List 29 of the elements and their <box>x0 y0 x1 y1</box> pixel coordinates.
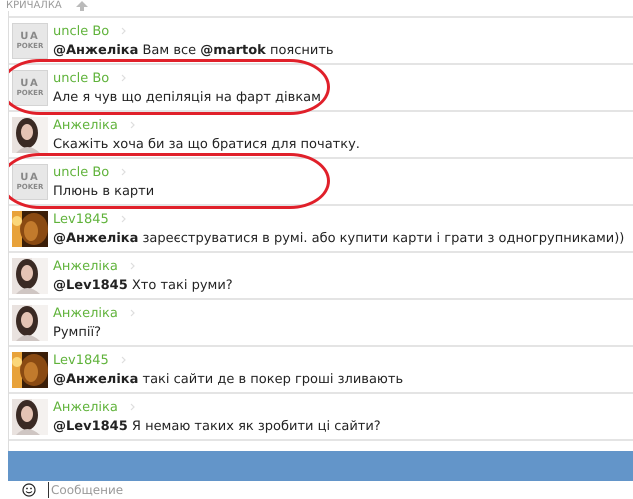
message-text: @Анжеліка Вам все @martok пояснить <box>53 43 334 58</box>
author-name[interactable]: Анжеліка <box>53 258 118 274</box>
chevron-icon <box>120 215 126 223</box>
chat-title: КРИЧАЛКА <box>6 1 62 11</box>
chevron-icon <box>130 403 135 411</box>
message-text: @Lev1845 Я немаю таких як зробити ці сайти? <box>53 419 381 434</box>
message-text: Плюнь в карти <box>53 184 154 199</box>
chevron-icon <box>121 74 126 82</box>
message-text: @Анжеліка такі сайти де в покер гроші зливають <box>53 372 404 387</box>
message-text: @Lev1845 Хто такі руми? <box>53 278 233 293</box>
author-name[interactable]: uncle Bo <box>53 70 110 86</box>
author-name[interactable]: Анжеліка <box>53 400 118 414</box>
author-name[interactable]: Анжеліка <box>53 118 118 132</box>
chevron-icon <box>121 168 126 176</box>
chevron-icon <box>121 27 126 35</box>
chevron-icon <box>120 356 126 364</box>
author-name[interactable]: uncle Bo <box>53 164 110 180</box>
message-text: Але я чув що депіляція на фарт дівкам <box>53 90 321 105</box>
chevron-icon <box>130 121 135 129</box>
author-name[interactable]: Lev1845 <box>53 352 109 368</box>
chevron-icon <box>130 262 135 270</box>
message-text: Румпії? <box>53 325 102 340</box>
message-text: @Анжеліка зареєструватися в румі. або купити карти і грати з одногрупниками)) <box>53 231 624 246</box>
author-name[interactable]: Анжеліка <box>53 306 118 320</box>
chevron-icon <box>130 309 135 317</box>
author-name[interactable]: uncle Bo <box>53 24 110 38</box>
message-text: Скажіть хоча би за що братися для початку. <box>53 137 360 152</box>
author-name[interactable]: Lev1845 <box>53 212 109 226</box>
smiley-icon[interactable] <box>22 483 36 497</box>
